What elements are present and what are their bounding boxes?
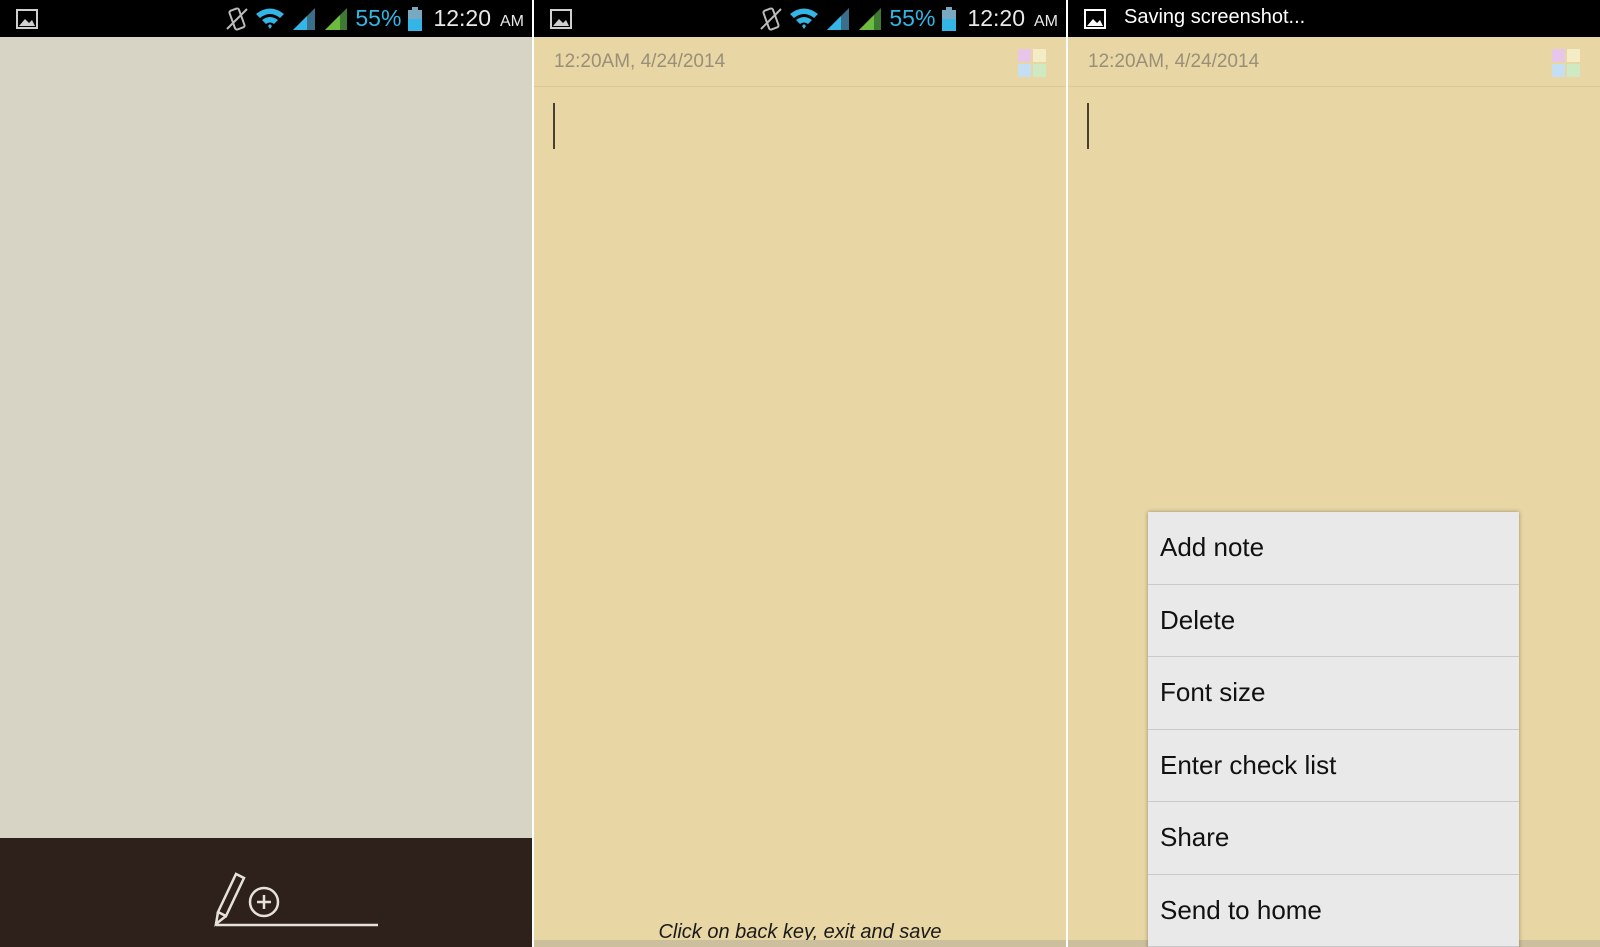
status-icons: 55% 12:20 AM <box>225 0 524 37</box>
status-bar: 55% 12:20 AM <box>0 0 532 37</box>
notes-list-screen: 55% 12:20 AM <box>0 0 532 947</box>
note-date: 12:20AM, 4/24/2014 <box>554 51 726 72</box>
battery-icon <box>942 6 957 31</box>
signal-1-icon <box>293 7 316 30</box>
note-date: 12:20AM, 4/24/2014 <box>1088 51 1260 72</box>
picture-icon <box>1084 9 1106 29</box>
bottom-edge <box>534 940 1066 947</box>
color-picker-icon[interactable] <box>1018 49 1046 77</box>
signal-1-icon <box>827 7 850 30</box>
note-editor-screen: 55% 12:20 AM 12:20AM, 4/24/2014 Click on… <box>534 0 1066 947</box>
picture-icon <box>16 9 38 29</box>
note-header: 12:20AM, 4/24/2014 <box>1068 37 1600 87</box>
battery-percent: 55% <box>355 5 402 31</box>
menu-item-add-note[interactable]: Add note <box>1148 512 1519 585</box>
status-bar: Saving screenshot... <box>1068 0 1600 37</box>
options-menu: Add note Delete Font size Enter check li… <box>1148 512 1519 947</box>
add-note-pen-icon[interactable] <box>214 862 384 932</box>
menu-item-delete[interactable]: Delete <box>1148 585 1519 657</box>
menu-item-share[interactable]: Share <box>1148 802 1519 875</box>
clock-time: 12:20 <box>967 5 1025 31</box>
menu-item-send-to-home[interactable]: Send to home <box>1148 875 1519 947</box>
menu-item-font-size[interactable]: Font size <box>1148 657 1519 730</box>
note-header: 12:20AM, 4/24/2014 <box>534 37 1066 87</box>
picture-icon <box>550 9 572 29</box>
notification-text: Saving screenshot... <box>1124 6 1306 28</box>
color-picker-icon[interactable] <box>1552 49 1580 77</box>
battery-icon <box>408 6 423 31</box>
vibrate-icon <box>226 6 249 31</box>
wifi-icon <box>256 8 285 29</box>
vibrate-icon <box>760 6 783 31</box>
text-cursor[interactable] <box>553 103 555 149</box>
clock-ampm: AM <box>500 12 524 30</box>
text-cursor[interactable] <box>1087 103 1089 149</box>
status-icons: 55% 12:20 AM <box>759 0 1058 37</box>
signal-2-icon <box>859 7 882 30</box>
wifi-icon <box>790 8 819 29</box>
clock-time: 12:20 <box>433 5 491 31</box>
signal-2-icon <box>325 7 348 30</box>
note-editor-menu-screen: Saving screenshot... 12:20AM, 4/24/2014 … <box>1068 0 1600 947</box>
menu-item-enter-check-list[interactable]: Enter check list <box>1148 730 1519 802</box>
battery-percent: 55% <box>889 5 936 31</box>
clock-ampm: AM <box>1034 12 1058 30</box>
status-bar: 55% 12:20 AM <box>534 0 1066 37</box>
